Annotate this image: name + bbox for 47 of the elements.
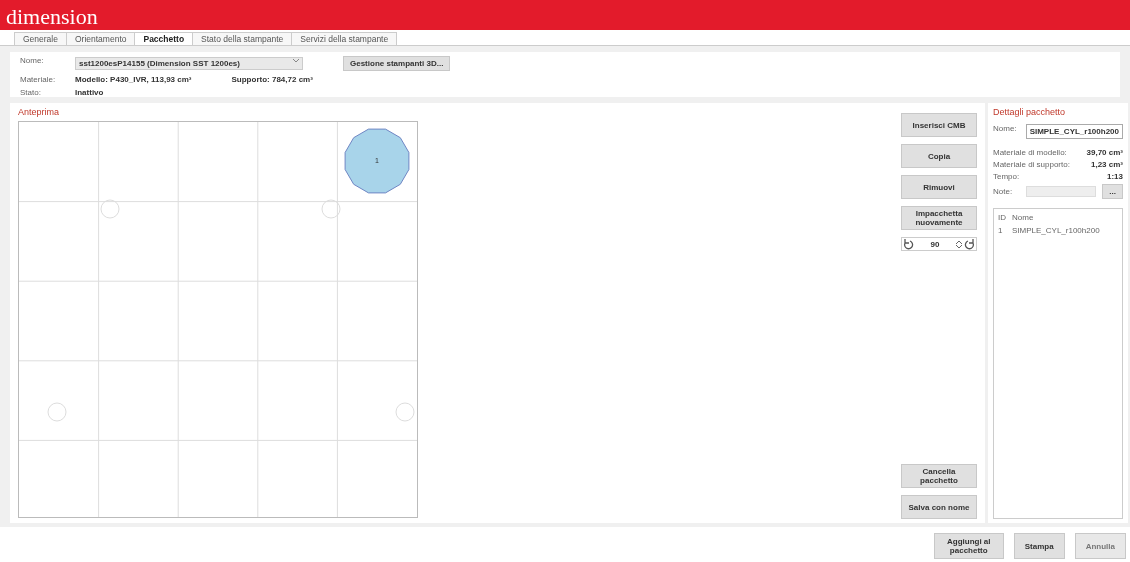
- list-cell[interactable]: SIMPLE_CYL_r100h200: [1012, 226, 1118, 235]
- tab[interactable]: Stato della stampante: [192, 32, 293, 45]
- tab[interactable]: Servizi della stampante: [291, 32, 398, 45]
- logo: dimension: [6, 4, 98, 30]
- action-button[interactable]: Salva con nome: [901, 495, 977, 519]
- stepper-icon[interactable]: [956, 239, 962, 249]
- field-label: Nome:: [20, 56, 45, 67]
- field-label: Materiale di modello:: [993, 148, 1067, 157]
- rotate-icon[interactable]: [964, 238, 976, 250]
- notes-field[interactable]: [1026, 186, 1097, 197]
- action-button[interactable]: Cancella pacchetto: [901, 464, 977, 488]
- panel-title: Anteprima: [18, 107, 61, 117]
- spinner-value: 90: [929, 239, 941, 249]
- column-header: Nome: [1012, 213, 1035, 222]
- printer-dropdown[interactable]: sst1200esP14155 (Dimension SST 1200es): [75, 57, 303, 70]
- caret-icon: [293, 59, 299, 63]
- field-value: 1,23 cm³: [1090, 160, 1123, 169]
- rotate-icon[interactable]: [902, 238, 914, 250]
- field-label: Stato:: [20, 88, 42, 97]
- plate-marker: [395, 402, 415, 422]
- field-label: Note:: [993, 187, 1013, 196]
- manage-printers-button[interactable]: Gestione stampanti 3D...: [343, 56, 451, 71]
- list-cell-text: 1: [998, 226, 1004, 235]
- rotation-spinner[interactable]: 90: [901, 237, 977, 251]
- tab[interactable]: Generale: [14, 32, 67, 45]
- action-button[interactable]: Copia: [901, 144, 977, 168]
- footer-button[interactable]: Aggiungi al pacchetto: [933, 533, 1004, 559]
- field-value: 1:13: [1107, 172, 1123, 181]
- field-value: Modello: P430_IVR, 113,93 cm³: [75, 75, 192, 84]
- panel-title: Dettagli pacchetto: [993, 107, 1067, 117]
- tab[interactable]: Pacchetto: [134, 32, 194, 45]
- tab[interactable]: Orientamento: [65, 32, 136, 45]
- action-button[interactable]: Impacchetta nuovamente: [901, 206, 977, 230]
- footer-button[interactable]: Stampa: [1013, 533, 1065, 559]
- action-button[interactable]: Rimuovi: [901, 175, 977, 199]
- field-label: Tempo:: [993, 172, 1020, 181]
- name-field[interactable]: SIMPLE_CYL_r100h200: [1025, 124, 1123, 139]
- field-value: Inattivo: [75, 88, 104, 97]
- field-value: Supporto: 784,72 cm³: [231, 75, 313, 84]
- field-label: Materiale:: [20, 75, 57, 84]
- plate-marker: [47, 402, 67, 422]
- field-value: 39,70 cm³: [1086, 148, 1123, 157]
- column-header: ID: [998, 213, 1007, 222]
- field-label: Materiale di supporto:: [993, 160, 1070, 169]
- field-label: Nome:: [993, 124, 1017, 135]
- action-button[interactable]: Inserisci CMB: [901, 113, 977, 137]
- browse-button[interactable]: ...: [1102, 184, 1123, 199]
